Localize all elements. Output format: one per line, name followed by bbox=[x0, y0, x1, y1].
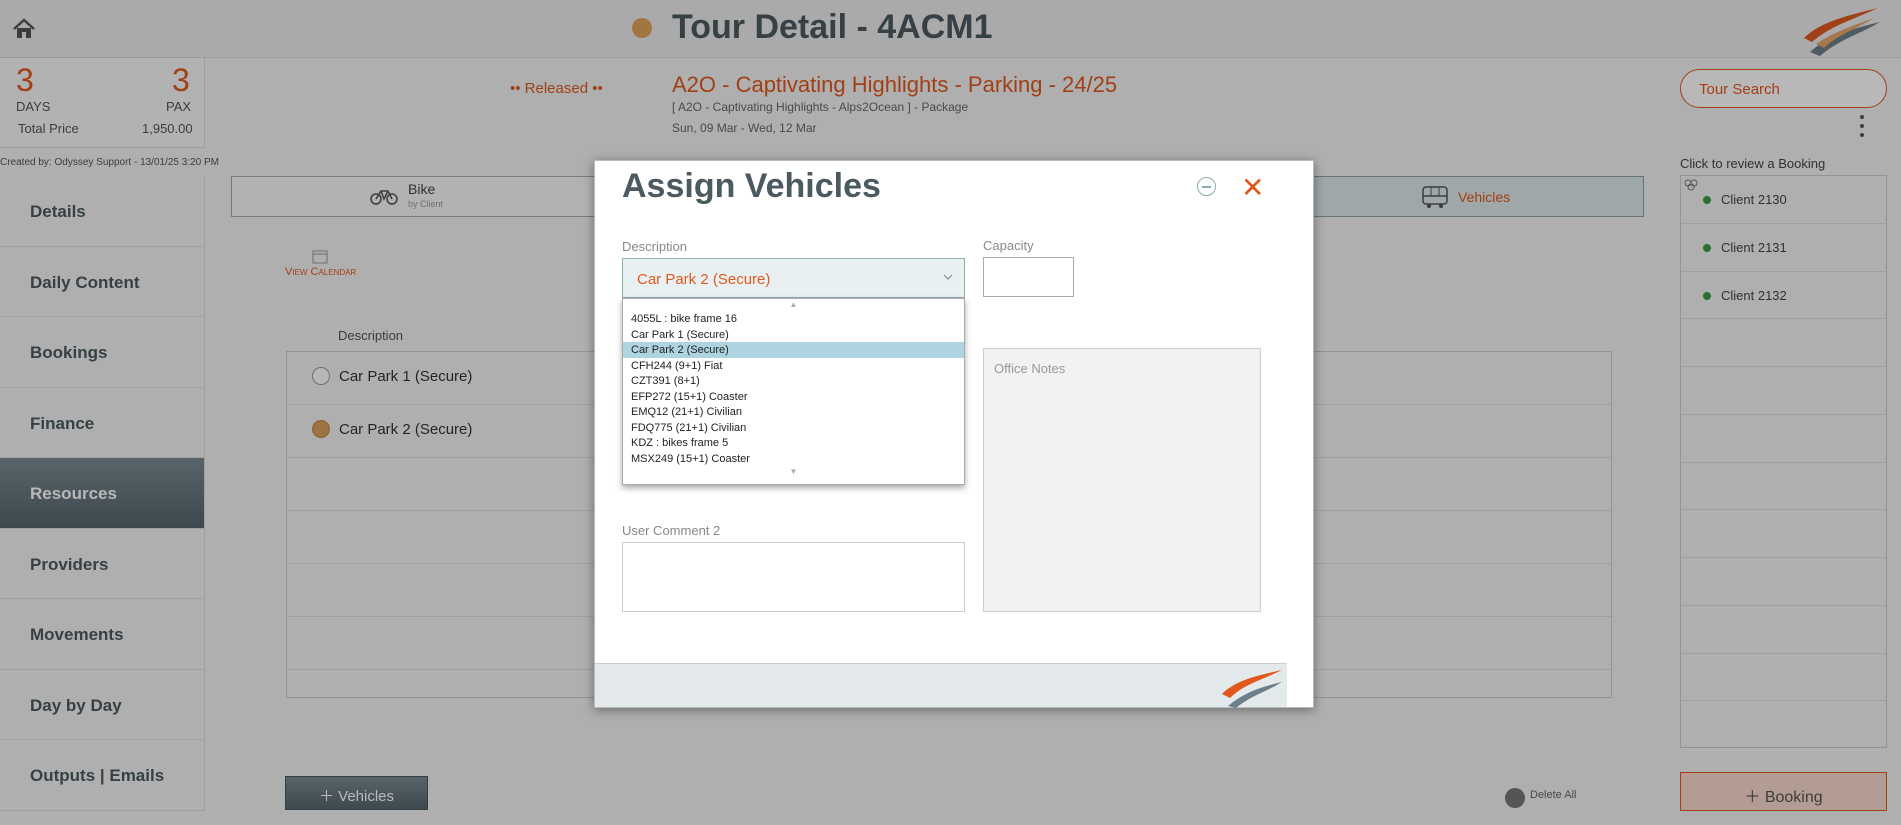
scroll-down-icon[interactable]: ▼ bbox=[623, 466, 964, 478]
user-comment-2-field[interactable] bbox=[622, 542, 965, 612]
dropdown-option[interactable]: CZT391 (8+1) bbox=[623, 373, 964, 389]
dropdown-option-selected[interactable]: Car Park 2 (Secure) bbox=[623, 342, 964, 358]
description-dropdown-list: ▲ 4055L : bike frame 16 Car Park 1 (Secu… bbox=[622, 298, 965, 485]
office-notes-field[interactable]: Office Notes bbox=[983, 348, 1261, 612]
dropdown-option[interactable]: Car Park 1 (Secure) bbox=[623, 327, 964, 343]
modal-title: Assign Vehicles bbox=[622, 167, 881, 205]
description-select-value: Car Park 2 (Secure) bbox=[637, 271, 771, 288]
dropdown-option[interactable]: 4055L : bike frame 16 bbox=[623, 311, 964, 327]
description-select[interactable]: Car Park 2 (Secure) bbox=[622, 258, 965, 298]
chevron-down-icon bbox=[943, 274, 953, 280]
description-label: Description bbox=[622, 239, 688, 254]
scroll-up-icon[interactable]: ▲ bbox=[623, 299, 964, 311]
capacity-label: Capacity bbox=[983, 238, 1034, 253]
assign-vehicles-modal: Assign Vehicles ✕ Description Car Park 2… bbox=[594, 160, 1314, 708]
capacity-field[interactable] bbox=[983, 257, 1074, 297]
close-icon[interactable]: ✕ bbox=[1241, 171, 1264, 204]
logo bbox=[1222, 670, 1282, 708]
modal-footer bbox=[595, 663, 1287, 708]
minimize-icon[interactable] bbox=[1197, 177, 1216, 196]
dropdown-option[interactable]: MSX249 (15+1) Coaster bbox=[623, 451, 964, 467]
dropdown-option[interactable]: CFH244 (9+1) Fiat bbox=[623, 358, 964, 374]
dropdown-option[interactable]: FDQ775 (21+1) Civilian bbox=[623, 420, 964, 436]
dropdown-option[interactable]: EFP272 (15+1) Coaster bbox=[623, 389, 964, 405]
dropdown-option[interactable]: KDZ : bikes frame 5 bbox=[623, 435, 964, 451]
dropdown-option[interactable]: EMQ12 (21+1) Civilian bbox=[623, 404, 964, 420]
user-comment-2-label: User Comment 2 bbox=[622, 523, 721, 538]
